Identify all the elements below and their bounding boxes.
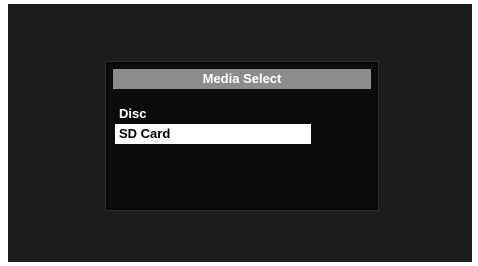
dialog-title: Media Select xyxy=(113,69,371,89)
screen: Media Select Disc SD Card xyxy=(8,4,472,262)
option-sd-card[interactable]: SD Card xyxy=(115,124,311,144)
media-select-dialog: Media Select Disc SD Card xyxy=(105,61,379,211)
option-disc[interactable]: Disc xyxy=(115,104,311,124)
